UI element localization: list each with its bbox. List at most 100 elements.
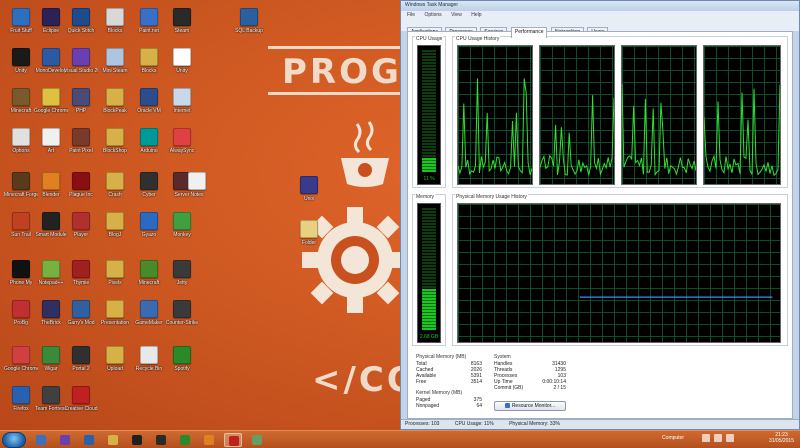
cpu-history-line	[540, 95, 614, 176]
desktop-icon[interactable]: MonoDevelop	[34, 48, 68, 74]
cpu-history-label: CPU Usage History	[455, 36, 501, 42]
app-icon	[72, 300, 90, 318]
desktop-icon[interactable]: Minecraft	[4, 88, 38, 114]
taskbar-app-button[interactable]	[56, 433, 74, 447]
volume-icon[interactable]	[714, 434, 722, 442]
desktop-icon[interactable]: Folder	[292, 220, 326, 246]
menu-help[interactable]: Help	[471, 12, 481, 18]
desktop-icon[interactable]: Fruit Stuff	[4, 8, 38, 34]
taskbar-app-button[interactable]	[248, 433, 266, 447]
desktop-icon[interactable]: Counter-Strike	[165, 300, 199, 326]
taskbar-app-button[interactable]	[200, 433, 218, 447]
desktop-icon[interactable]: Steam	[165, 8, 199, 34]
tab-performance[interactable]: Performance	[510, 27, 548, 38]
desktop-icon[interactable]: Sun Trail	[4, 212, 38, 238]
desktop-icon[interactable]: Quick Stitch	[64, 8, 98, 34]
desktop-icon[interactable]: BlockPeak	[98, 88, 132, 114]
desktop-icon[interactable]: Portal 2	[64, 346, 98, 372]
desktop-icon[interactable]: Oracle VM	[132, 88, 166, 114]
desktop-icon-label: Minecraft	[10, 108, 32, 114]
table-row: Free 3514	[416, 379, 482, 385]
desktop-icon[interactable]: Recycle Bin	[132, 346, 166, 372]
desktop-icon[interactable]: Minecraft	[132, 260, 166, 286]
taskbar-app-button[interactable]	[80, 433, 98, 447]
desktop-icon[interactable]: Blocks	[98, 8, 132, 34]
desktop-icon[interactable]: Options	[4, 128, 38, 154]
desktop-icon[interactable]: Smart Module	[34, 212, 68, 238]
desktop-icon-label: ProBg	[14, 320, 28, 326]
flag-icon[interactable]	[726, 434, 734, 442]
app-icon	[12, 300, 30, 318]
desktop-icon[interactable]: Firefox	[4, 386, 38, 412]
desktop-icon[interactable]: BlogJ	[98, 212, 132, 238]
desktop-icon[interactable]: Crash	[98, 172, 132, 198]
desktop-icon[interactable]: Internet	[165, 88, 199, 114]
desktop-icon[interactable]: Wigar	[34, 346, 68, 372]
cpu-core-1-graph	[457, 45, 533, 185]
desktop-icon[interactable]: Arduino	[132, 128, 166, 154]
desktop-icon[interactable]: Creative Cloud	[64, 386, 98, 412]
desktop-icon[interactable]: Monkey	[165, 212, 199, 238]
desktop-icon[interactable]: Pixels	[98, 260, 132, 286]
desktop-icon[interactable]: Spotify	[165, 346, 199, 372]
desktop-icon[interactable]: Cyber	[132, 172, 166, 198]
desktop-icon[interactable]: Jetty	[165, 260, 199, 286]
network-icon[interactable]	[702, 434, 710, 442]
desktop-icon[interactable]: Paint.net	[132, 8, 166, 34]
desktop-icon[interactable]: Eclipse	[34, 8, 68, 34]
desktop-icon[interactable]: Unity	[4, 48, 38, 74]
menu-file[interactable]: File	[407, 12, 415, 18]
taskbar-app-button[interactable]	[104, 433, 122, 447]
desktop-icon[interactable]: Mini Steam	[98, 48, 132, 74]
desktop-icon[interactable]: Garry's Mod	[64, 300, 98, 326]
app-icon	[72, 88, 90, 106]
start-button[interactable]	[2, 432, 26, 448]
desktop-icon[interactable]: Unix	[292, 176, 326, 202]
desktop-icon[interactable]: Presentation	[98, 300, 132, 326]
menu-options[interactable]: Options	[424, 12, 441, 18]
desktop-icon[interactable]: Google Chrome	[4, 346, 38, 372]
system-table: System Handles 31430 Threads 1295 Processe…	[494, 354, 566, 391]
desktop-icon[interactable]: Player	[64, 212, 98, 238]
desktop-icon[interactable]: Phone My	[4, 260, 38, 286]
tray-computer-label[interactable]: Computer	[662, 435, 684, 441]
taskbar-app-button[interactable]	[176, 433, 194, 447]
desktop-icon[interactable]: Gyazo	[132, 212, 166, 238]
desktop-icon[interactable]: AlwaySync	[165, 128, 199, 154]
resource-monitor-button[interactable]: Resource Monitor...	[494, 401, 566, 411]
desktop-icon[interactable]: Thymie	[64, 260, 98, 286]
taskbar-app-icon	[60, 435, 70, 445]
taskbar-app-button[interactable]	[32, 433, 50, 447]
desktop-icon[interactable]: Notes	[180, 172, 214, 198]
desktop-icon[interactable]: BlockShop	[98, 128, 132, 154]
app-icon	[300, 176, 318, 194]
desktop-icon[interactable]: Paint Pixel	[64, 128, 98, 154]
desktop-icon[interactable]: Minecraft Forge	[4, 172, 38, 198]
taskbar-app-button[interactable]	[224, 433, 242, 447]
taskbar-app-button[interactable]	[152, 433, 170, 447]
desktop-icon[interactable]: TheBrick	[34, 300, 68, 326]
desktop-icon[interactable]: Upload	[98, 346, 132, 372]
desktop-icon[interactable]: Blocks	[132, 48, 166, 74]
desktop-icon[interactable]: Visual Studio 2013	[64, 48, 98, 74]
system-clock[interactable]: 21:23 31/05/2015	[769, 432, 794, 444]
desktop-icon[interactable]: Blender	[34, 172, 68, 198]
app-icon	[42, 8, 60, 26]
desktop-icon[interactable]: Art	[34, 128, 68, 154]
taskbar-app-button[interactable]	[128, 433, 146, 447]
title-bar[interactable]: Windows Task Manager	[401, 1, 799, 11]
desktop-icon[interactable]: GameMaker	[132, 300, 166, 326]
cpu-history-path	[704, 84, 780, 177]
desktop-icon[interactable]: Google Chrome	[34, 88, 68, 114]
desktop-icon-label: Paint.net	[139, 28, 159, 34]
desktop-icon[interactable]: PHP	[64, 88, 98, 114]
desktop-icon-label: Presentation	[100, 320, 130, 326]
desktop-icon[interactable]: ProBg	[4, 300, 38, 326]
menu-view[interactable]: View	[451, 12, 462, 18]
desktop-icon[interactable]: Team Fortress	[34, 386, 68, 412]
taskbar-app-icon	[204, 435, 214, 445]
desktop-icon[interactable]: SQL Backup	[232, 8, 266, 34]
desktop-icon[interactable]: Plague Inc	[64, 172, 98, 198]
desktop-icon[interactable]: Notepad++	[34, 260, 68, 286]
desktop-icon[interactable]: Unity	[165, 48, 199, 74]
